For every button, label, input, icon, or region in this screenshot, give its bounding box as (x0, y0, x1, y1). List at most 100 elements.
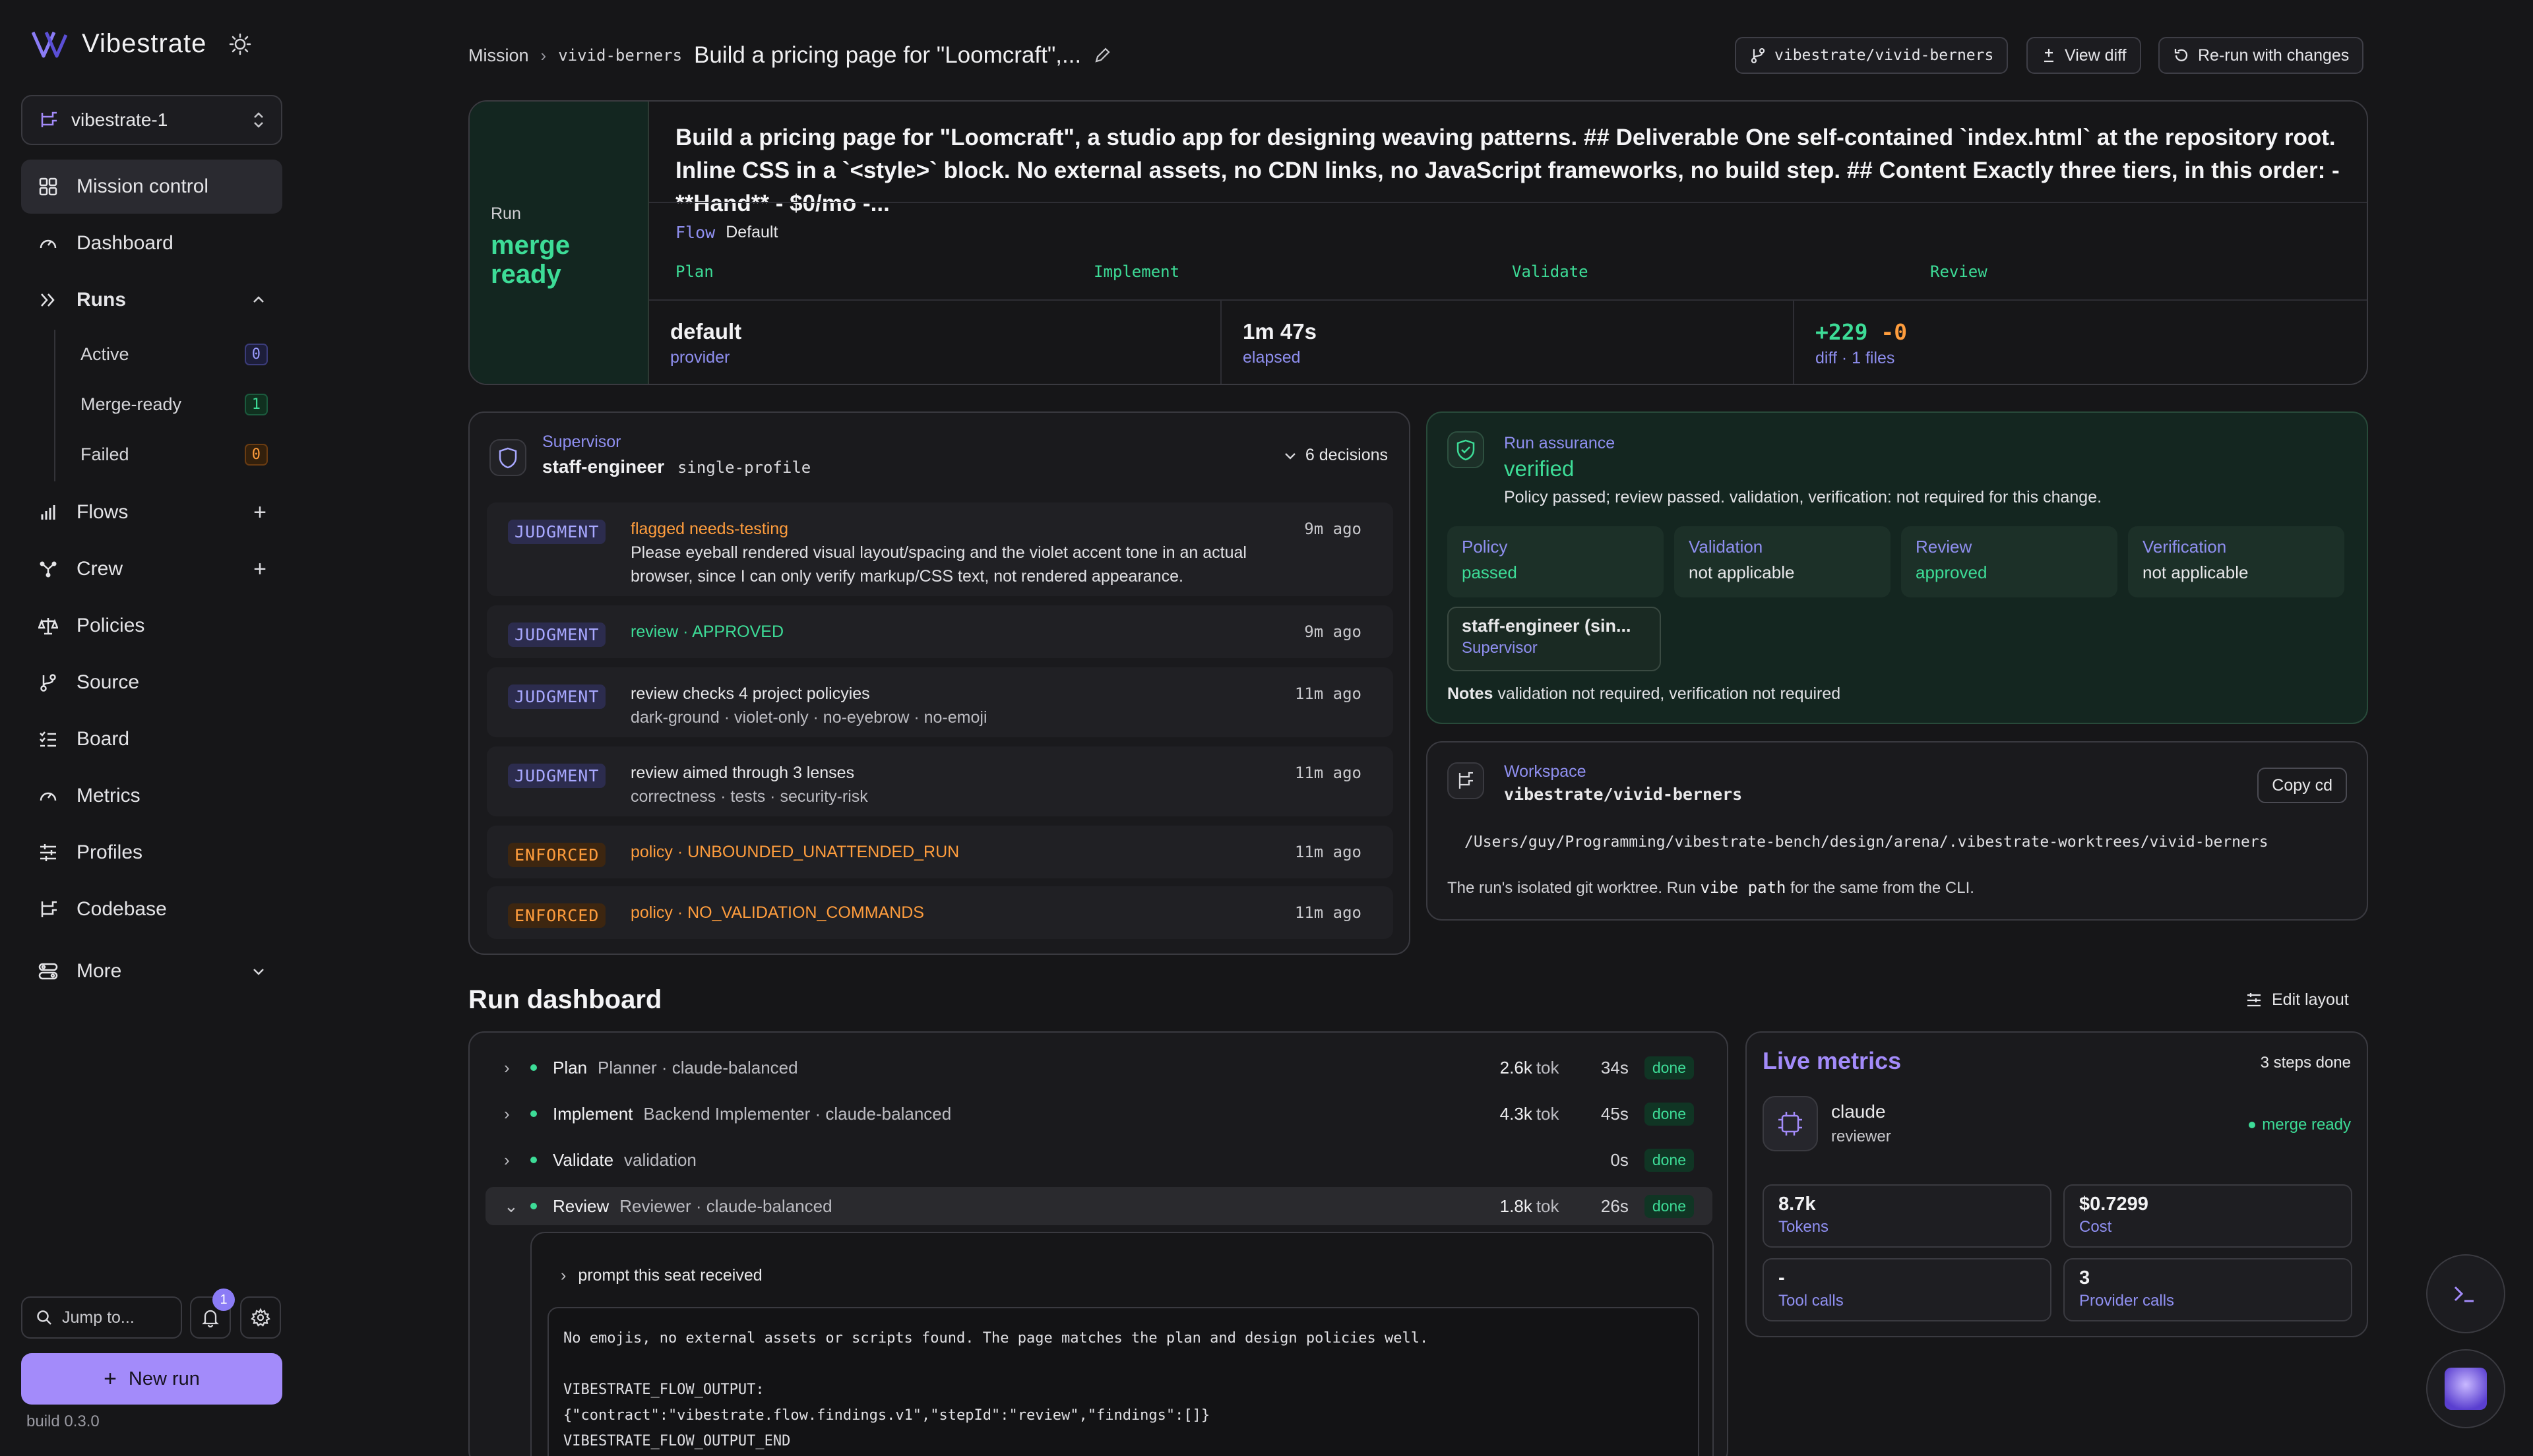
terminal-icon (2454, 1286, 2474, 1302)
sidebar-item-label: Dashboard (77, 232, 173, 254)
plus-icon[interactable]: + (253, 557, 266, 582)
decision-item[interactable]: JUDGMENT flagged needs-testing Please ey… (487, 502, 1393, 596)
chevron-right-icon: › (540, 45, 547, 65)
assurance-tile-policy: Policy passed (1447, 526, 1664, 597)
sidebar-item-codebase[interactable]: Codebase (21, 882, 282, 936)
decision-title: review aimed through 3 lenses (631, 764, 855, 782)
sidebar-subitem-active[interactable]: Active 0 (80, 334, 268, 375)
assistant-button[interactable] (2426, 1349, 2505, 1428)
settings-button[interactable] (240, 1296, 281, 1339)
decision-tag: JUDGMENT (508, 622, 606, 647)
divider (649, 202, 2367, 203)
chevron-updown-icon (254, 112, 263, 128)
prompt-label: prompt this seat received (578, 1266, 763, 1285)
chevron-right-icon: › (504, 1057, 510, 1077)
sidebar-item-source[interactable]: Source (21, 655, 282, 710)
count-badge: 0 (244, 443, 268, 466)
sidebar-item-policies[interactable]: Policies (21, 599, 282, 653)
edit-pencil-icon[interactable] (1093, 46, 1111, 65)
prompt-disclosure[interactable]: › prompt this seat received (561, 1266, 763, 1285)
stat-key: diff · 1 files (1815, 349, 1895, 367)
theme-toggle-icon[interactable] (229, 33, 251, 55)
edit-layout-button[interactable]: Edit layout (2245, 990, 2349, 1010)
step-row-review[interactable]: ⌄ Review Reviewer · claude-balanced 1.8k… (485, 1187, 1712, 1225)
view-diff-label: View diff (2065, 46, 2127, 65)
gear-icon (251, 1308, 270, 1327)
decision-text: policy · UNBOUNDED_UNATTENDED_RUN (631, 840, 1264, 864)
sidebar-item-metrics[interactable]: Metrics (21, 769, 282, 823)
step-duration: 0s (1610, 1149, 1629, 1170)
chevron-down-icon[interactable] (251, 963, 266, 979)
decisions-count: 6 decisions (1305, 446, 1388, 464)
flow-value[interactable]: Default (726, 223, 778, 242)
step-row-plan[interactable]: › Plan Planner · claude-balanced 2.6k to… (485, 1048, 1712, 1087)
sidebar-subitem-merge-ready[interactable]: Merge-ready 1 (80, 384, 268, 425)
steps-done: 3 steps done (2260, 1054, 2351, 1072)
sidebar-item-mission-control[interactable]: Mission control (21, 160, 282, 214)
metric-provider-calls: 3 Provider calls (2063, 1258, 2352, 1321)
rerun-label: Re-run with changes (2198, 46, 2350, 65)
plus-icon[interactable]: + (253, 500, 266, 526)
diff-icon (2044, 49, 2053, 63)
stat-diff[interactable]: +229 -0 diff · 1 files (1794, 301, 2367, 384)
sidebar-item-dashboard[interactable]: Dashboard (21, 216, 282, 270)
jump-to-search[interactable]: Jump to... (21, 1296, 182, 1339)
decision-title: flagged needs-testing (631, 520, 789, 538)
step-row-implement[interactable]: › Implement Backend Implementer · claude… (485, 1095, 1712, 1133)
sidebar-item-more[interactable]: More (21, 944, 282, 998)
sidebar-item-crew[interactable]: Crew + (21, 542, 282, 596)
step-tokens: 2.6k (1499, 1057, 1532, 1077)
step-meta: Backend Implementer · claude-balanced (643, 1103, 952, 1124)
count-badge: 1 (244, 393, 268, 415)
stage-validate: Validate (1512, 262, 1588, 281)
sidebar-item-profiles[interactable]: Profiles (21, 826, 282, 880)
workspace-switcher[interactable]: vibestrate-1 (21, 95, 282, 145)
copy-cd-button[interactable]: Copy cd (2257, 768, 2347, 803)
sidebar-item-board[interactable]: Board (21, 712, 282, 766)
stage-implement: Implement (1094, 262, 1180, 281)
chevron-up-icon[interactable] (251, 292, 266, 308)
notes-value: validation not required, verification no… (1497, 684, 1841, 703)
decision-item[interactable]: ENFORCED policy · NO_VALIDATION_COMMANDS… (487, 886, 1393, 939)
decision-tag: JUDGMENT (508, 520, 606, 544)
status-dot (530, 1110, 537, 1117)
metric-key: Tool calls (1778, 1292, 1844, 1310)
assurance-tile-review: Review approved (1901, 526, 2117, 597)
step-duration: 34s (1600, 1057, 1629, 1077)
chevron-right-icon: › (504, 1103, 510, 1124)
sidebar-item-label: Crew (77, 558, 123, 580)
sidebar-item-runs[interactable]: Runs (21, 273, 282, 327)
breadcrumb-branch[interactable]: vivid-berners (558, 46, 682, 65)
build-version: build 0.3.0 (26, 1412, 100, 1430)
view-diff-button[interactable]: View diff (2026, 37, 2141, 74)
decisions-toggle[interactable]: 6 decisions (1283, 446, 1388, 465)
workspace-panel: Workspace vibestrate/vivid-berners Copy … (1426, 741, 2368, 921)
repo-branch-button[interactable]: vibestrate/vivid-berners (1735, 37, 2009, 74)
decision-tag: ENFORCED (508, 843, 606, 867)
live-metrics-title: Live metrics (1763, 1047, 1902, 1074)
step-row-validate[interactable]: › Validate validation 0s done (485, 1141, 1712, 1179)
sidebar-item-label: Source (77, 671, 140, 693)
agent-status-text: merge ready (2262, 1116, 2351, 1134)
assurance-supervisor-chip[interactable]: staff-engineer (sin... Supervisor (1447, 607, 1661, 671)
token-unit: tok (1536, 1103, 1559, 1124)
sidebar-item-label: Board (77, 728, 130, 750)
decision-item[interactable]: ENFORCED policy · UNBOUNDED_UNATTENDED_R… (487, 826, 1393, 878)
rerun-button[interactable]: Re-run with changes (2158, 37, 2364, 74)
sidebar-subitem-failed[interactable]: Failed 0 (80, 434, 268, 475)
notifications-button[interactable]: 1 (190, 1289, 235, 1339)
app-logo[interactable]: Vibestrate (32, 29, 251, 59)
workspace-name: vibestrate-1 (71, 109, 168, 130)
new-run-button[interactable]: + New run (21, 1353, 282, 1405)
sidebar-item-flows[interactable]: Flows + (21, 485, 282, 539)
breadcrumb-root[interactable]: Mission (468, 46, 529, 66)
decision-time: 11m ago (1294, 684, 1361, 703)
sliders-icon (37, 841, 59, 864)
checklist-icon (37, 728, 59, 750)
terminal-button[interactable] (2426, 1254, 2505, 1333)
diff-counts: +229 -0 (1815, 319, 2348, 345)
decision-item[interactable]: JUDGMENT review aimed through 3 lenses c… (487, 746, 1393, 816)
workspace-path[interactable]: /Users/guy/Programming/vibestrate-bench/… (1464, 834, 2268, 851)
decision-item[interactable]: JUDGMENT review checks 4 project policyi… (487, 667, 1393, 737)
decision-item[interactable]: JUDGMENT review · APPROVED 9m ago (487, 605, 1393, 658)
